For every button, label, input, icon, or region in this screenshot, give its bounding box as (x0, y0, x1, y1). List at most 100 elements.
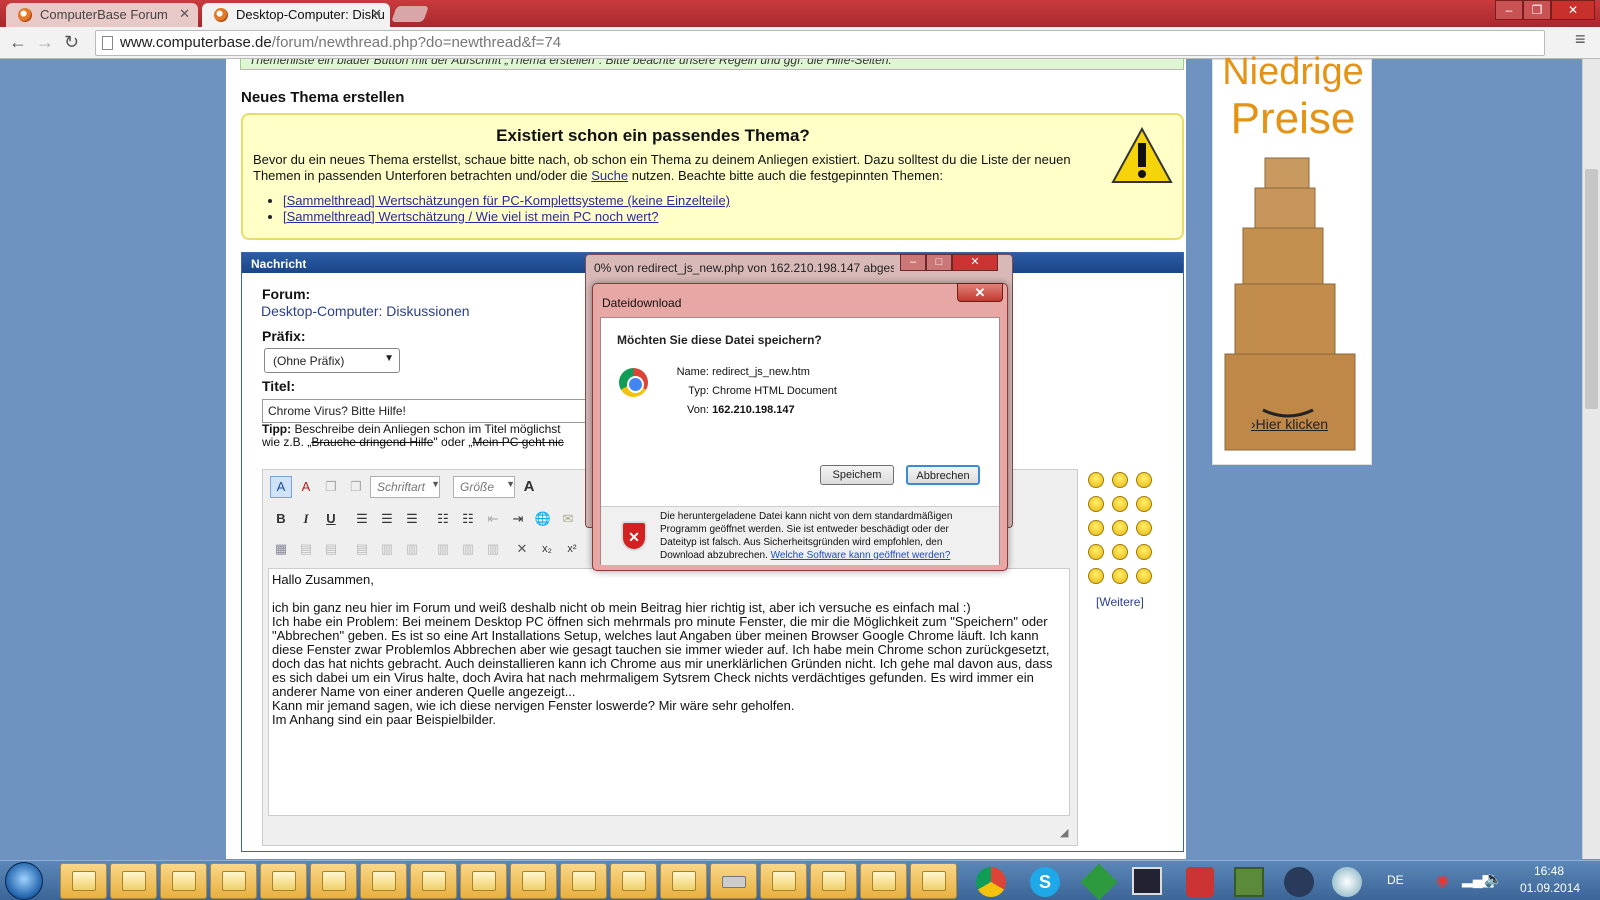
back-arrow-icon[interactable]: ← (9, 32, 27, 53)
help-link[interactable]: Welche Software kann geöffnet werden? (771, 550, 951, 561)
merge-cells-icon[interactable]: ▥ (432, 538, 454, 560)
new-tab-button[interactable] (391, 6, 429, 22)
smiley-icon[interactable] (1112, 568, 1128, 584)
skype-icon[interactable]: S (1030, 867, 1060, 897)
chrome-taskbar-icon[interactable] (976, 867, 1006, 897)
smiley-icon[interactable] (1088, 496, 1104, 512)
monitor-icon[interactable] (1132, 867, 1162, 895)
app-icon[interactable] (1284, 867, 1314, 897)
table-row-icon[interactable]: ▤ (295, 538, 317, 560)
underline-icon[interactable]: U (320, 508, 342, 530)
resize-handle-icon[interactable]: ◢ (1060, 826, 1068, 839)
folder-icon[interactable] (160, 863, 207, 899)
close-window-button[interactable]: ✕ (1551, 0, 1595, 20)
remove-format-icon[interactable]: A (295, 476, 317, 498)
folder-icon[interactable] (610, 863, 657, 899)
maximize-button[interactable]: ❐ (1523, 0, 1551, 20)
app-icon[interactable] (1080, 863, 1118, 900)
prefix-select[interactable]: (Ohne Präfix) ▼ (264, 348, 400, 373)
tab-computerbase-forum[interactable]: ComputerBase Forum ✕ (6, 3, 198, 27)
paste-icon[interactable]: ❐ (345, 476, 367, 498)
folder-icon[interactable] (910, 863, 957, 899)
smiley-icon[interactable] (1088, 520, 1104, 536)
folder-icon[interactable] (60, 863, 107, 899)
table-delete-icon[interactable]: ▤ (320, 538, 342, 560)
antivirus-icon[interactable]: ◉ (1436, 871, 1449, 889)
drive-icon[interactable] (710, 863, 757, 899)
minimize-button[interactable]: – (900, 254, 926, 271)
bold-icon[interactable]: B (270, 508, 292, 530)
smiley-icon[interactable] (1136, 544, 1152, 560)
link-icon[interactable]: 🌐 (532, 508, 554, 530)
align-center-icon[interactable]: ☰ (376, 508, 398, 530)
align-left-icon[interactable]: ☰ (351, 508, 373, 530)
insert-row-icon[interactable]: ▤ (351, 538, 373, 560)
split-cells-icon[interactable]: ▥ (457, 538, 479, 560)
smiley-icon[interactable] (1088, 472, 1104, 488)
cell-props-icon[interactable]: ▥ (482, 538, 504, 560)
message-textarea[interactable]: Hallo Zusammen, ich bin ganz neu hier im… (268, 568, 1070, 816)
volume-icon[interactable]: 🔈 (1484, 870, 1503, 888)
font-color-icon[interactable]: A (518, 476, 540, 498)
sticky-thread-link[interactable]: [Sammelthread] Wertschätzung / Wie viel … (283, 209, 658, 224)
italic-icon[interactable]: I (295, 508, 317, 530)
close-button[interactable]: ✕ (952, 254, 998, 271)
scrollbar-thumb[interactable] (1585, 169, 1598, 409)
forward-arrow-icon[interactable]: → (36, 32, 54, 53)
copy-icon[interactable]: ❐ (320, 476, 342, 498)
search-link[interactable]: Suche (591, 168, 628, 183)
folder-icon[interactable] (510, 863, 557, 899)
smiley-icon[interactable] (1088, 568, 1104, 584)
more-smilies-link[interactable]: [Weitere] (1096, 595, 1144, 609)
save-button[interactable]: Speichem (820, 465, 894, 485)
folder-icon[interactable] (260, 863, 307, 899)
format-text-icon[interactable]: A (270, 476, 292, 498)
insert-col-icon[interactable]: ▥ (376, 538, 398, 560)
language-indicator[interactable]: DE (1387, 873, 1404, 887)
folder-icon[interactable] (360, 863, 407, 899)
forum-link[interactable]: Desktop-Computer: Diskussionen (261, 303, 470, 319)
cancel-button[interactable]: Abbrechen (906, 465, 980, 485)
paint-icon[interactable] (1332, 867, 1362, 897)
smiley-icon[interactable] (1112, 544, 1128, 560)
smiley-icon[interactable] (1112, 496, 1128, 512)
smiley-icon[interactable] (1136, 520, 1152, 536)
clock-date[interactable]: 01.09.2014 (1520, 881, 1580, 895)
tab-desktop-computer[interactable]: Desktop-Computer: Disku ✕ (202, 3, 390, 27)
align-right-icon[interactable]: ☰ (401, 508, 423, 530)
table-icon[interactable]: ▦ (270, 538, 292, 560)
folder-icon[interactable] (560, 863, 607, 899)
indent-icon[interactable]: ⇥ (507, 508, 529, 530)
folder-icon[interactable] (660, 863, 707, 899)
unordered-list-icon[interactable]: ☷ (457, 508, 479, 530)
folder-icon[interactable] (860, 863, 907, 899)
smiley-icon[interactable] (1136, 472, 1152, 488)
delete-row-icon[interactable]: ▥ (401, 538, 423, 560)
menu-icon[interactable]: ≡ (1575, 29, 1586, 50)
email-icon[interactable]: ✉ (557, 508, 579, 530)
folder-icon[interactable] (760, 863, 807, 899)
maximize-button[interactable]: □ (926, 254, 952, 271)
folder-icon[interactable] (460, 863, 507, 899)
smiley-icon[interactable] (1136, 568, 1152, 584)
start-button[interactable] (5, 862, 43, 900)
folder-icon[interactable] (310, 863, 357, 899)
smiley-icon[interactable] (1088, 544, 1104, 560)
reload-icon[interactable]: ↻ (64, 32, 79, 53)
size-select[interactable]: Größe ▼ (453, 476, 515, 498)
ordered-list-icon[interactable]: ☷ (432, 508, 454, 530)
subscript-icon[interactable]: x₂ (536, 538, 558, 560)
outdent-icon[interactable]: ⇤ (482, 508, 504, 530)
sticky-thread-link[interactable]: [Sammelthread] Wertschätzungen für PC-Ko… (283, 193, 730, 208)
folder-icon[interactable] (810, 863, 857, 899)
superscript-icon[interactable]: x² (561, 538, 583, 560)
ad-link[interactable]: ›Hier klicken (1251, 416, 1328, 432)
app-icon[interactable] (1186, 867, 1214, 897)
clock-time[interactable]: 16:48 (1534, 864, 1564, 878)
smiley-icon[interactable] (1112, 520, 1128, 536)
advertisement[interactable]: Niedrige Preise ›Hier klicken (1212, 52, 1372, 465)
smiley-icon[interactable] (1136, 496, 1152, 512)
smiley-icon[interactable] (1112, 472, 1128, 488)
folder-icon[interactable] (410, 863, 457, 899)
close-button[interactable]: ✕ (957, 283, 1003, 302)
